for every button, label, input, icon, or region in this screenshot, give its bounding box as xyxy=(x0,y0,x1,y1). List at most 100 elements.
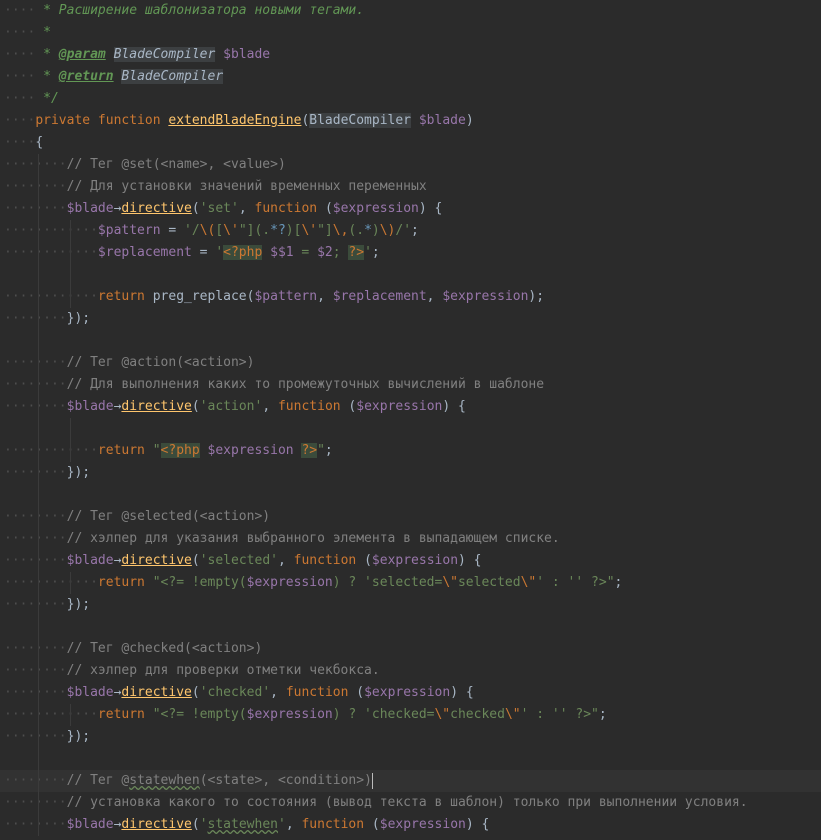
code-token: $expression xyxy=(442,289,529,304)
code-line[interactable]: ············$replacement = '<?php $$1 = … xyxy=(0,242,821,264)
code-token: directive xyxy=(121,553,192,568)
code-line[interactable]: ········}); xyxy=(0,462,821,484)
code-line[interactable]: ···· * xyxy=(0,22,821,44)
whitespace-dots: ········ xyxy=(4,157,67,172)
code-token: function xyxy=(285,685,349,700)
code-line[interactable]: ············return "<?= !empty($expressi… xyxy=(0,572,821,594)
code-line[interactable]: ····{ xyxy=(0,132,821,154)
code-line[interactable]: ········$blade→directive('statewhen', fu… xyxy=(0,814,821,836)
code-token: ( xyxy=(356,553,372,568)
code-token: ' xyxy=(215,245,224,260)
code-token: \" xyxy=(442,575,458,590)
code-line-content: ····private function extendBladeEngine(B… xyxy=(4,110,474,132)
code-token: , xyxy=(277,553,294,568)
whitespace-dots: ········ xyxy=(4,685,67,700)
code-line[interactable]: ············$pattern = '/\([\'"](.*?)[\'… xyxy=(0,220,821,242)
code-token: directive xyxy=(121,817,192,832)
code-token: \' xyxy=(223,223,239,238)
code-editor[interactable]: ···· * Расширение шаблонизатора новыми т… xyxy=(0,0,821,840)
code-token: , xyxy=(270,685,286,700)
code-line[interactable] xyxy=(0,330,821,352)
code-line[interactable]: ···· * @param BladeCompiler $blade xyxy=(0,44,821,66)
code-line[interactable]: ········// Тег @selected(<action>) xyxy=(0,506,821,528)
code-line[interactable]: ···· * Расширение шаблонизатора новыми т… xyxy=(0,0,821,22)
code-token: * xyxy=(35,25,51,40)
code-line[interactable]: ···· * @return BladeCompiler xyxy=(0,66,821,88)
code-token: ) ? 'checked= xyxy=(332,707,435,722)
code-line[interactable]: ········// Тег @action(<action>) xyxy=(0,352,821,374)
code-line[interactable]: ············return preg_replace($pattern… xyxy=(0,286,821,308)
code-line[interactable] xyxy=(0,264,821,286)
code-token: ; xyxy=(371,245,380,260)
code-token: }); xyxy=(66,311,91,326)
code-line[interactable]: ········}); xyxy=(0,726,821,748)
code-token: directive xyxy=(121,201,192,216)
code-token: ) { xyxy=(418,201,443,216)
code-line[interactable]: ········}); xyxy=(0,594,821,616)
code-token: // установка какого то состояния (вывод … xyxy=(66,795,748,810)
code-token: = xyxy=(160,223,185,238)
code-line[interactable]: ········// Тег @statewhen(<state>, <cond… xyxy=(0,770,821,792)
code-line-content: ········// хэлпер для указания выбранног… xyxy=(4,528,560,550)
code-token: ' xyxy=(364,245,372,260)
code-line[interactable]: ········// хэлпер для проверки отметки ч… xyxy=(0,660,821,682)
code-line[interactable]: ········// Для выполнения каких то проме… xyxy=(0,374,821,396)
whitespace-dots: ········ xyxy=(4,773,67,788)
code-line[interactable]: ········$blade→directive('checked', func… xyxy=(0,682,821,704)
code-line[interactable]: ···· */ xyxy=(0,88,821,110)
code-token: = xyxy=(293,245,318,260)
whitespace-dots: ············ xyxy=(4,289,98,304)
code-line[interactable]: ············return "<?= !empty($expressi… xyxy=(0,704,821,726)
code-line-content: ········$blade→directive('action', funct… xyxy=(4,396,466,418)
indent-guide xyxy=(70,572,71,594)
code-line-content: ········$blade→directive('set', function… xyxy=(4,198,442,220)
code-line[interactable]: ····private function extendBladeEngine(B… xyxy=(0,110,821,132)
code-token: " xyxy=(152,443,161,458)
code-token: extendBladeEngine xyxy=(168,113,302,128)
whitespace-dots: ···· xyxy=(4,47,36,62)
whitespace-dots: ············ xyxy=(4,707,98,722)
code-line-content: ···· * @return BladeCompiler xyxy=(4,66,224,88)
code-token: ; xyxy=(598,707,607,722)
code-line[interactable]: ········$blade→directive('set', function… xyxy=(0,198,821,220)
whitespace-dots: ········ xyxy=(4,553,67,568)
code-line-content: ········}); xyxy=(4,462,90,484)
code-line-content: ············return preg_replace($pattern… xyxy=(4,286,544,308)
code-line-content: ········$blade→directive('selected', fun… xyxy=(4,550,482,572)
code-line-content: ········// Для выполнения каких то проме… xyxy=(4,374,544,396)
code-token: \" xyxy=(434,707,451,722)
code-token: function xyxy=(254,201,318,216)
code-line[interactable] xyxy=(0,418,821,440)
code-line[interactable] xyxy=(0,748,821,770)
code-line[interactable]: ········// Тег @checked(<action>) xyxy=(0,638,821,660)
code-line[interactable] xyxy=(0,616,821,638)
code-token: * Расширение шаблонизатора новыми тегами… xyxy=(35,3,365,18)
code-token: $pattern xyxy=(97,223,161,238)
code-token: $expression xyxy=(332,201,419,216)
code-token: $$1 xyxy=(270,245,294,260)
code-token: function xyxy=(277,399,341,414)
code-token: '/ xyxy=(184,223,200,238)
code-line-content: ········}); xyxy=(4,308,90,330)
code-line[interactable]: ········$blade→directive('action', funct… xyxy=(0,396,821,418)
code-line[interactable]: ········// Тег @set(<name>, <value>) xyxy=(0,154,821,176)
whitespace-dots: ···· xyxy=(4,113,36,128)
code-line[interactable] xyxy=(0,484,821,506)
code-token: // Тег @checked(<action>) xyxy=(66,641,263,656)
whitespace-dots: ········ xyxy=(4,399,67,414)
code-line[interactable]: ········$blade→directive('selected', fun… xyxy=(0,550,821,572)
indent-guide xyxy=(70,418,71,462)
code-token: ' xyxy=(199,817,208,832)
code-token: ( xyxy=(191,201,200,216)
code-token: $blade xyxy=(418,113,466,128)
code-line-content: ····{ xyxy=(4,132,43,154)
code-line-content: ········// Для установки значений времен… xyxy=(4,176,427,198)
code-line-content: ········// Тег @statewhen(<state>, <cond… xyxy=(4,770,373,792)
code-line[interactable]: ········// установка какого то состояния… xyxy=(0,792,821,814)
code-line[interactable]: ············return "<?php $expression ?>… xyxy=(0,440,821,462)
code-line[interactable]: ········// хэлпер для указания выбранног… xyxy=(0,528,821,550)
code-line[interactable]: ········}); xyxy=(0,308,821,330)
code-line[interactable]: ········// Для установки значений времен… xyxy=(0,176,821,198)
